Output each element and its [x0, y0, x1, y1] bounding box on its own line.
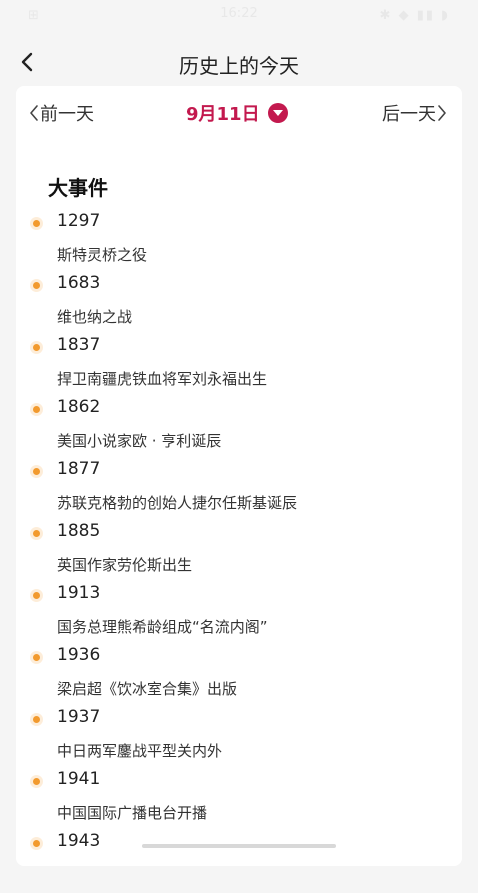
bullet-dot-icon: [33, 282, 40, 289]
event-description: 苏联克格勃的创始人捷尔任斯基诞辰: [57, 494, 298, 512]
event-item[interactable]: 1936 梁启超《饮冰室合集》出版: [16, 645, 462, 707]
bullet-dot-icon: [33, 344, 40, 351]
event-year: 1837: [57, 335, 101, 355]
chevron-left-icon: [30, 105, 38, 121]
section-title: 大事件: [48, 176, 108, 200]
dropdown-icon: [267, 103, 288, 123]
content-card: 前一天 9月11日 后一天 大事件 1297 斯特灵桥之役 1683 维也纳之战…: [16, 86, 462, 866]
next-day-button[interactable]: 后一天: [382, 100, 448, 126]
event-year: 1885: [57, 521, 101, 541]
bullet-dot-icon: [33, 468, 40, 475]
event-year: 1937: [57, 707, 101, 727]
event-item[interactable]: 1683 维也纳之战: [16, 273, 462, 335]
event-year: 1877: [57, 459, 101, 479]
event-item[interactable]: 1877 苏联克格勃的创始人捷尔任斯基诞辰: [16, 459, 462, 521]
bullet-dot-icon: [33, 716, 40, 723]
event-description: 中日两军鏖战平型关内外: [57, 742, 223, 760]
nav-bar: 历史上的今天: [0, 38, 478, 88]
bullet-dot-icon: [33, 220, 40, 227]
chevron-right-icon: [438, 105, 446, 121]
event-year: 1913: [57, 583, 101, 603]
event-item[interactable]: 1943: [16, 831, 462, 893]
event-item[interactable]: 1941 中国国际广播电台开播: [16, 769, 462, 831]
event-year: 1941: [57, 769, 101, 789]
bullet-dot-icon: [33, 778, 40, 785]
event-year: 1936: [57, 645, 101, 665]
event-description: 英国作家劳伦斯出生: [57, 556, 193, 574]
event-description: 美国小说家欧 · 亨利诞辰: [57, 432, 222, 450]
event-year: 1683: [57, 273, 101, 293]
bullet-dot-icon: [33, 530, 40, 537]
event-description: 梁启超《饮冰室合集》出版: [57, 680, 238, 698]
next-day-label: 后一天: [382, 104, 436, 125]
current-date-label: 9月11日: [186, 104, 260, 125]
bullet-dot-icon: [33, 406, 40, 413]
bullet-dot-icon: [33, 654, 40, 661]
date-navigator: 前一天 9月11日 后一天: [16, 96, 462, 132]
event-description: 斯特灵桥之役: [57, 246, 148, 264]
home-indicator: [142, 844, 336, 848]
event-description: 维也纳之战: [57, 308, 133, 326]
event-list: 1297 斯特灵桥之役 1683 维也纳之战 1837 捍卫南疆虎铁血将军刘永福…: [16, 211, 462, 893]
event-item[interactable]: 1862 美国小说家欧 · 亨利诞辰: [16, 397, 462, 459]
prev-day-label: 前一天: [40, 104, 94, 125]
bullet-dot-icon: [33, 840, 40, 847]
date-picker[interactable]: 9月11日: [186, 100, 288, 126]
event-description: 中国国际广播电台开播: [57, 804, 208, 822]
event-item[interactable]: 1885 英国作家劳伦斯出生: [16, 521, 462, 583]
event-item[interactable]: 1297 斯特灵桥之役: [16, 211, 462, 273]
event-item[interactable]: 1837 捍卫南疆虎铁血将军刘永福出生: [16, 335, 462, 397]
prev-day-button[interactable]: 前一天: [28, 100, 94, 126]
status-icons: ✱ ◆ ▮▮ ◗: [379, 8, 450, 23]
event-year: 1297: [57, 211, 101, 231]
event-year: 1862: [57, 397, 101, 417]
event-description: 捍卫南疆虎铁血将军刘永福出生: [57, 370, 268, 388]
status-bar: ⊞ 16:22 ✱ ◆ ▮▮ ◗: [0, 0, 478, 32]
event-description: 国务总理熊希龄组成“名流内阁”: [57, 618, 268, 636]
event-year: 1943: [57, 831, 101, 851]
event-item[interactable]: 1937 中日两军鏖战平型关内外: [16, 707, 462, 769]
event-item[interactable]: 1913 国务总理熊希龄组成“名流内阁”: [16, 583, 462, 645]
bullet-dot-icon: [33, 592, 40, 599]
page-title: 历史上的今天: [179, 54, 299, 78]
